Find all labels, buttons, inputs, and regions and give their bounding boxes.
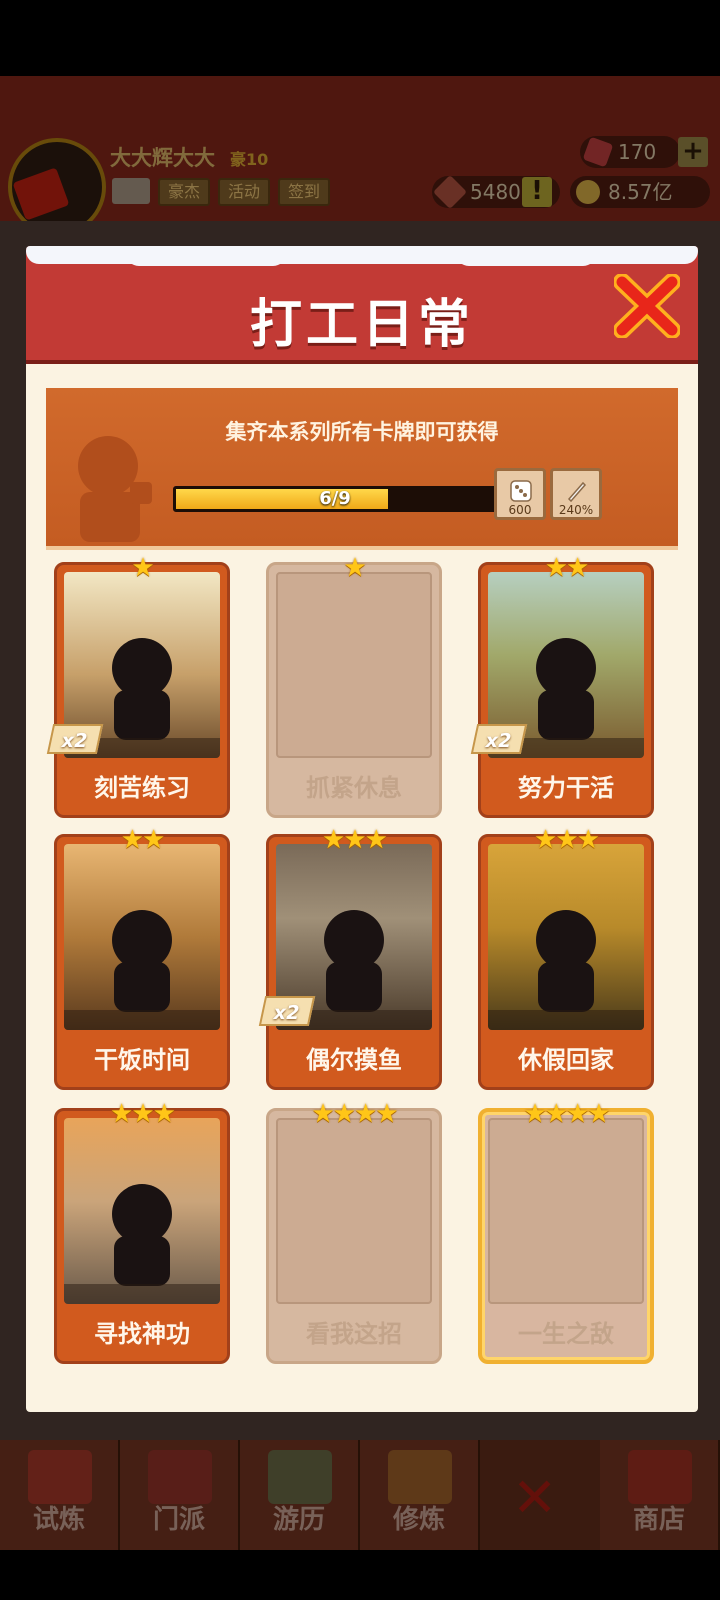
card-name: 努力干活 xyxy=(518,774,614,802)
star-rating: ★★★ xyxy=(322,825,388,855)
card-artwork xyxy=(64,844,220,1030)
dice-icon xyxy=(510,480,532,502)
card-placeholder xyxy=(488,1118,644,1304)
duplicate-count-badge: x2 xyxy=(470,724,528,754)
collection-banner: 集齐本系列所有卡牌即可获得 6/9 600 240% xyxy=(46,388,678,550)
star-rating: ★★★★ xyxy=(311,1099,398,1129)
star-rating: ★★★ xyxy=(110,1099,176,1129)
card-name: 看我这招 xyxy=(306,1320,402,1348)
ninja-figure-icon xyxy=(64,1184,220,1304)
card-2[interactable]: ★ 抓紧休息 xyxy=(266,554,442,818)
duplicate-count-badge: x2 xyxy=(46,724,104,754)
reward-blade-value: 240% xyxy=(558,503,594,517)
close-button[interactable] xyxy=(613,273,681,339)
modal-title: 打工日常 xyxy=(249,295,474,355)
card-name: 偶尔摸鱼 xyxy=(306,1046,402,1074)
card-name: 干饭时间 xyxy=(94,1046,190,1074)
duplicate-count-badge: x2 xyxy=(258,996,316,1026)
banner-text: 集齐本系列所有卡牌即可获得 xyxy=(225,420,499,444)
modal-header: 打工日常 xyxy=(26,246,698,364)
card-artwork xyxy=(64,1118,220,1304)
star-rating: ★★★ xyxy=(534,825,600,855)
star-rating: ★ xyxy=(131,553,154,583)
ninja-figure-icon xyxy=(488,910,644,1030)
card-4[interactable]: ★★ 干饭时间 xyxy=(54,826,230,1090)
collection-progress-bar: 6/9 xyxy=(173,486,497,512)
card-name: 一生之敌 xyxy=(518,1320,614,1348)
blade-icon xyxy=(567,481,587,503)
card-name: 抓紧休息 xyxy=(306,774,402,802)
card-3[interactable]: ★★ x2 努力干活 xyxy=(470,554,654,818)
card-placeholder xyxy=(276,1118,432,1304)
star-rating: ★★★★ xyxy=(523,1099,610,1129)
snow-decoration xyxy=(26,246,698,266)
card-5[interactable]: ★★★ x2 偶尔摸鱼 xyxy=(258,826,442,1090)
close-icon xyxy=(613,273,681,339)
star-rating: ★★ xyxy=(120,825,166,855)
system-nav-bar xyxy=(0,1550,720,1600)
reward-dice[interactable]: 600 xyxy=(494,468,546,520)
card-artwork xyxy=(488,844,644,1030)
card-name: 寻找神功 xyxy=(94,1320,190,1348)
card-9[interactable]: ★★★★ 一生之敌 xyxy=(478,1100,654,1364)
star-rating: ★ xyxy=(343,553,366,583)
card-name: 刻苦练习 xyxy=(94,774,190,802)
card-1[interactable]: ★ x2 刻苦练习 xyxy=(46,554,230,818)
reward-blade[interactable]: 240% xyxy=(550,468,602,520)
card-collection-modal: 打工日常 集齐本系列所有卡牌即可获得 6/9 600 240% ★ x2 刻苦练… xyxy=(26,246,698,1412)
card-name: 休假回家 xyxy=(518,1046,614,1074)
reward-dice-value: 600 xyxy=(508,503,532,517)
card-8[interactable]: ★★★★ 看我这招 xyxy=(266,1100,442,1364)
card-7[interactable]: ★★★ 寻找神功 xyxy=(54,1100,230,1364)
star-rating: ★★ xyxy=(544,553,590,583)
ninja-figure-icon xyxy=(64,910,220,1030)
card-placeholder xyxy=(276,572,432,758)
progress-text: 6/9 xyxy=(319,488,351,509)
card-6[interactable]: ★★★ 休假回家 xyxy=(478,826,654,1090)
